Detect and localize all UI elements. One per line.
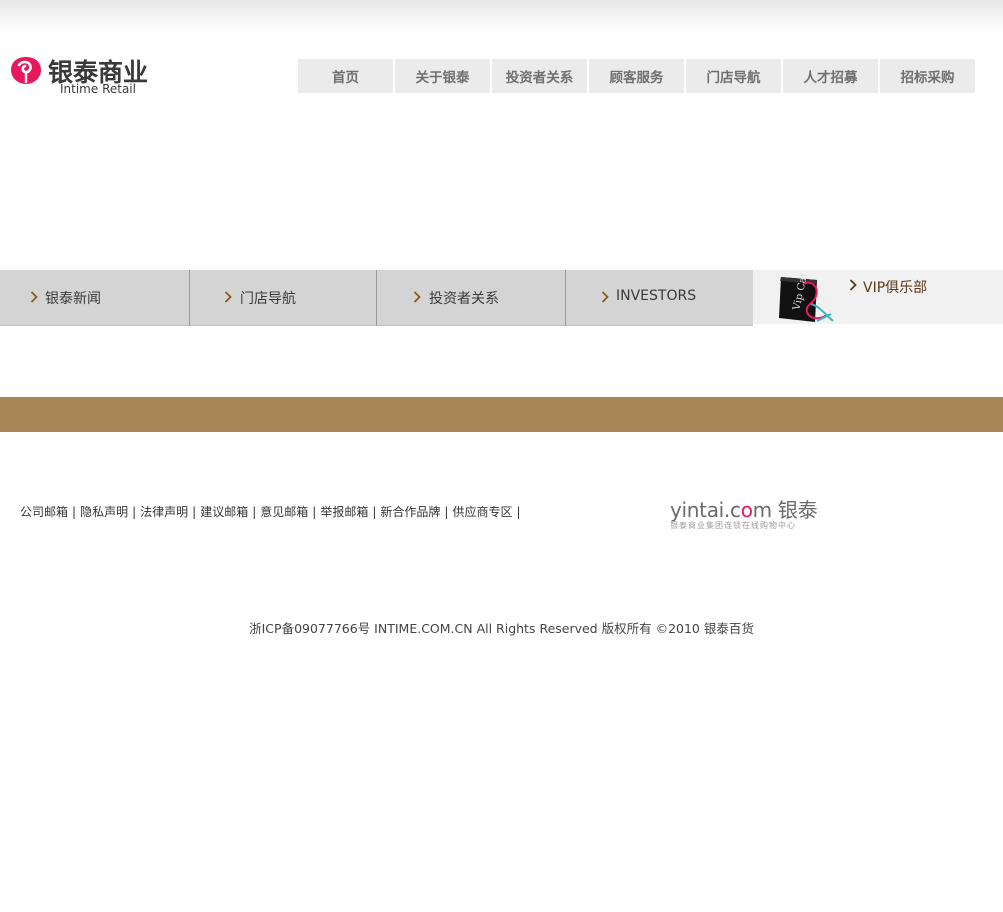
feature-investors-label: INVESTORS	[616, 288, 697, 304]
site-logo[interactable]: 银泰商业 Intime Retail	[10, 55, 160, 100]
chevron-right-icon	[849, 279, 857, 291]
nav-home[interactable]: 首页	[298, 59, 393, 93]
feature-investor-relations[interactable]: 投资者关系	[377, 270, 565, 326]
intime-logo-icon	[11, 57, 41, 84]
footer-separator: |	[72, 505, 77, 519]
feature-store-locator[interactable]: 门店导航	[190, 270, 376, 326]
vip-club-label: VIP俱乐部	[863, 280, 928, 296]
copyright-text: 浙ICP备09077766号 INTIME.COM.CN All Rights …	[249, 621, 754, 636]
yintai-wordmark-end: m 银泰	[752, 498, 818, 522]
footer-link-new-brands[interactable]: 新合作品牌	[380, 505, 440, 519]
feature-news-label: 银泰新闻	[45, 291, 101, 307]
feature-store-locator-label: 门店导航	[240, 291, 296, 307]
logo-english-name: Intime Retail	[60, 82, 136, 96]
yintai-wordmark-start: yintai.c	[670, 498, 741, 522]
nav-customer-service[interactable]: 顾客服务	[589, 59, 684, 93]
footer-separator: |	[444, 505, 449, 519]
nav-procurement[interactable]: 招标采购	[880, 59, 975, 93]
feature-investor-relations-label: 投资者关系	[429, 291, 499, 307]
footer-link-feedback-mail[interactable]: 意见邮箱	[260, 505, 308, 519]
footer-link-suggestion-mail[interactable]: 建议邮箱	[200, 505, 248, 519]
nav-careers[interactable]: 人才招募	[783, 59, 878, 93]
brown-divider-band	[0, 397, 1003, 432]
footer-link-suppliers[interactable]: 供应商专区	[452, 505, 512, 519]
nav-investor-relations[interactable]: 投资者关系	[492, 59, 587, 93]
vip-card-icon: Vip Card	[779, 274, 834, 322]
footer-link-legal[interactable]: 法律声明	[140, 505, 188, 519]
footer-separator: |	[192, 505, 197, 519]
footer-separator: |	[372, 505, 377, 519]
nav-about[interactable]: 关于银泰	[395, 59, 490, 93]
feature-vip-club[interactable]: Vip Card VIP俱乐部	[753, 270, 1003, 324]
nav-store-locator[interactable]: 门店导航	[686, 59, 781, 93]
yintai-wordmark: yintai.com 银泰	[670, 494, 818, 523]
feature-investors[interactable]: INVESTORS	[566, 270, 753, 326]
footer-separator: |	[252, 505, 257, 519]
footer-link-company-mail[interactable]: 公司邮箱	[20, 505, 68, 519]
feature-news[interactable]: 银泰新闻	[0, 270, 189, 326]
footer-link-report-mail[interactable]: 举报邮箱	[320, 505, 368, 519]
chevron-right-icon	[30, 291, 38, 303]
yintai-logo[interactable]: yintai.com 银泰 银泰商业集团连锁在线购物中心	[670, 494, 820, 534]
footer-separator: |	[516, 505, 521, 519]
chevron-right-icon	[601, 291, 609, 303]
footer-links: 公司邮箱 | 隐私声明 | 法律声明 | 建议邮箱 | 意见邮箱 | 举报邮箱 | 新合作品牌 | 供应商专…	[20, 503, 525, 520]
feature-bar: 银泰新闻 门店导航 投资者关系 INVESTORS Vip Card VIP俱乐…	[0, 270, 1003, 326]
chevron-right-icon	[413, 291, 421, 303]
footer-separator: |	[312, 505, 317, 519]
top-gradient	[0, 0, 1003, 32]
yintai-tagline: 银泰商业集团连锁在线购物中心	[670, 521, 796, 530]
footer-separator: |	[132, 505, 137, 519]
yintai-wordmark-dot: o	[740, 498, 753, 522]
chevron-right-icon	[224, 291, 232, 303]
footer-link-privacy[interactable]: 隐私声明	[80, 505, 128, 519]
